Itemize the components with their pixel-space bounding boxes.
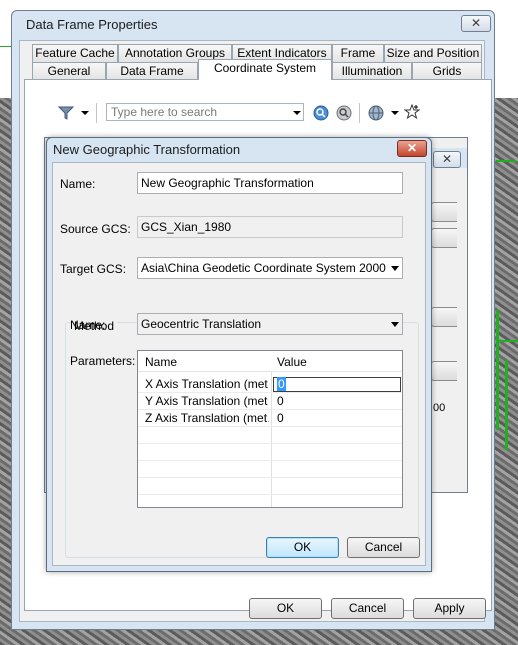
param-value-input[interactable]: 0 (273, 377, 401, 392)
table-row[interactable]: Z Axis Translation (met… 0 (138, 410, 402, 427)
param-value-cell[interactable]: 0 (277, 411, 284, 425)
partial-button[interactable] (431, 202, 457, 222)
param-name-cell: Y Axis Translation (met… (145, 394, 269, 408)
tab-data-frame[interactable]: Data Frame (106, 62, 198, 80)
table-row[interactable]: X Axis Translation (met… 0 (138, 376, 402, 393)
param-name-cell: X Axis Translation (met… (145, 377, 269, 391)
source-gcs-field: GCS_Xian_1980 (137, 216, 403, 238)
partial-button[interactable] (431, 228, 457, 248)
toolbar-separator (96, 103, 97, 123)
cancel-button[interactable]: Cancel (347, 537, 420, 558)
chevron-down-icon[interactable] (391, 266, 399, 271)
method-name-label: Name: (70, 318, 106, 332)
tab-feature-cache[interactable]: Feature Cache (32, 44, 118, 62)
close-button[interactable]: ✕ (461, 15, 491, 32)
close-button[interactable]: ✕ (433, 151, 461, 168)
chevron-down-icon[interactable] (293, 111, 301, 115)
tab-frame[interactable]: Frame (332, 44, 384, 62)
param-name-cell: Z Axis Translation (met… (145, 411, 269, 425)
partial-button[interactable] (431, 361, 457, 381)
dialog-client-area: Name: New Geographic Transformation Sour… (52, 162, 426, 566)
empty-row (138, 444, 402, 461)
new-geographic-transformation-dialog: New Geographic Transformation ✕ Name: Ne… (46, 137, 432, 572)
title-bar: Data Frame Properties ✕ (12, 11, 494, 39)
map-line (0, 46, 11, 47)
map-line (496, 310, 499, 430)
partial-text: 00 (433, 402, 446, 414)
filter-icon[interactable] (57, 106, 75, 122)
column-header-value[interactable]: Value (277, 355, 307, 369)
dialog-title: New Geographic Transformation (53, 142, 241, 157)
partial-button[interactable] (431, 307, 457, 327)
window-title: Data Frame Properties (26, 17, 158, 32)
target-gcs-select[interactable]: Asia\China Geodetic Coordinate System 20… (137, 257, 403, 279)
tab-general[interactable]: General (32, 62, 106, 80)
column-header-name[interactable]: Name (145, 355, 177, 369)
name-label: Name: (60, 177, 96, 191)
empty-row (138, 427, 402, 444)
apply-button[interactable]: Apply (413, 598, 486, 619)
param-value-cell[interactable]: 0 (277, 394, 284, 408)
target-gcs-label: Target GCS: (60, 262, 127, 276)
search-icon[interactable] (313, 105, 329, 123)
cancel-button[interactable]: Cancel (331, 598, 404, 619)
globe-icon[interactable] (368, 105, 384, 123)
ok-button[interactable]: OK (266, 537, 339, 558)
param-value-selection: 0 (277, 377, 286, 391)
parameters-grid: Name Value X Axis Translation (met… 0 Y … (137, 350, 403, 508)
source-gcs-label: Source GCS: (60, 222, 131, 236)
empty-row (138, 461, 402, 478)
add-favorite-icon[interactable] (403, 103, 421, 122)
search-input[interactable]: Type here to search (106, 103, 304, 121)
table-row[interactable]: Y Axis Translation (met… 0 (138, 393, 402, 410)
map-line (496, 160, 516, 162)
close-button[interactable]: ✕ (397, 140, 427, 157)
method-select[interactable]: Geocentric Translation (137, 313, 403, 335)
tab-grids[interactable]: Grids (412, 62, 482, 80)
chevron-down-icon[interactable] (391, 322, 399, 327)
empty-row (138, 478, 402, 495)
name-field[interactable]: New Geographic Transformation (137, 172, 403, 194)
clear-search-icon[interactable] (336, 105, 352, 123)
toolbar-separator (359, 103, 360, 123)
tab-size-and-position[interactable]: Size and Position (384, 44, 482, 62)
chevron-down-icon[interactable] (391, 111, 399, 115)
parameters-label: Parameters: (70, 354, 136, 368)
chevron-down-icon[interactable] (81, 111, 89, 115)
tab-coordinate-system[interactable]: Coordinate System (198, 59, 332, 80)
tab-illumination[interactable]: Illumination (332, 62, 412, 80)
grid-header: Name Value (138, 351, 402, 372)
ok-button[interactable]: OK (249, 598, 322, 619)
map-line (496, 340, 518, 342)
map-line (505, 360, 508, 450)
